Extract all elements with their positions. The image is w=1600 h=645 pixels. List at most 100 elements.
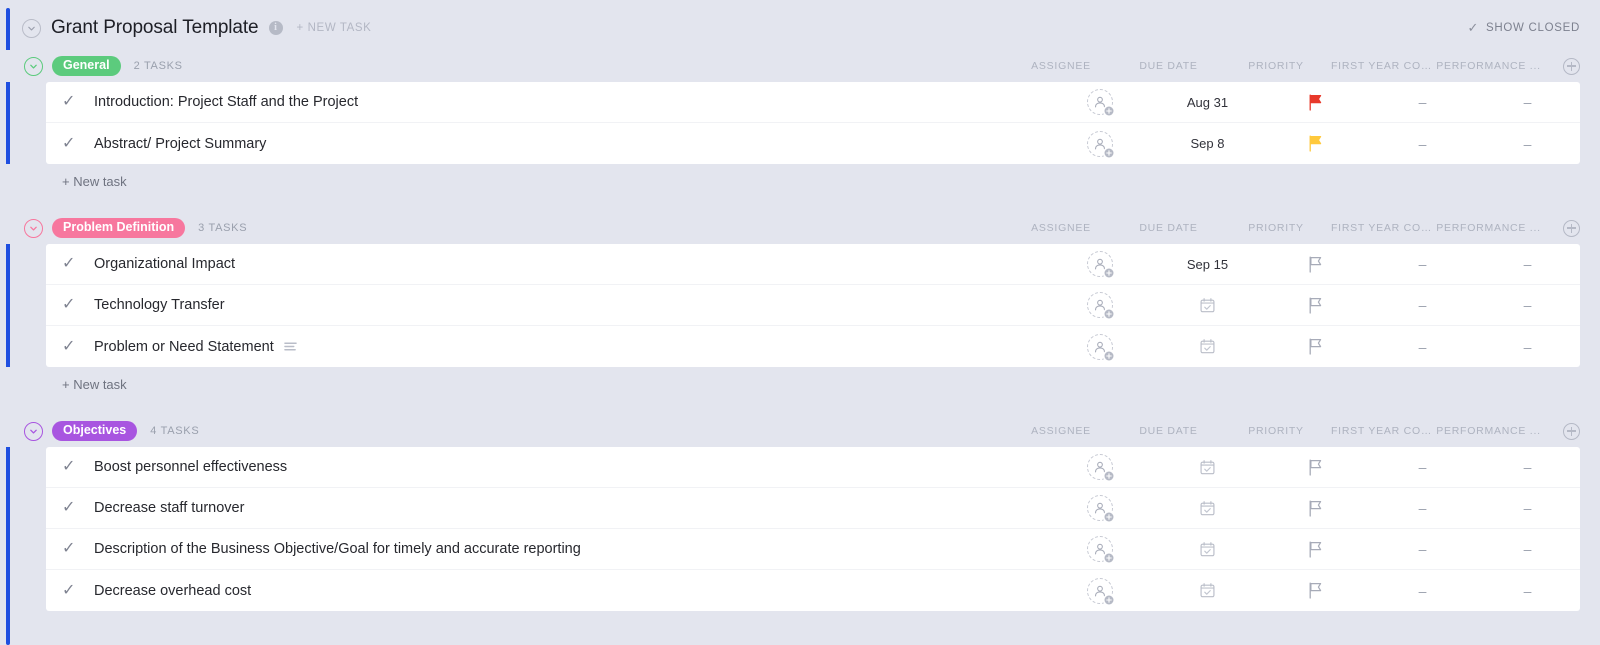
group-collapse-chevron-down-icon[interactable] bbox=[24, 56, 43, 76]
column-header-assignee[interactable]: ASSIGNEE bbox=[1006, 222, 1116, 234]
cell-performance[interactable]: – bbox=[1475, 570, 1580, 611]
new-task-header-button[interactable]: + NEW TASK bbox=[297, 22, 372, 34]
cell-due-date[interactable] bbox=[1155, 570, 1260, 611]
task-name[interactable]: Organizational Impact bbox=[94, 256, 235, 272]
table-row[interactable]: ✓ Abstract/ Project Summary Sep 8 – – bbox=[46, 123, 1580, 164]
task-complete-check-icon[interactable]: ✓ bbox=[62, 135, 90, 152]
cell-assignee[interactable] bbox=[1045, 285, 1155, 326]
cell-assignee[interactable] bbox=[1045, 82, 1155, 123]
table-row[interactable]: ✓ Problem or Need Statement – – bbox=[46, 326, 1580, 367]
cell-due-date[interactable]: Sep 15 bbox=[1155, 244, 1260, 285]
table-row[interactable]: ✓ Decrease overhead cost – – bbox=[46, 570, 1580, 611]
assignee-add-avatar-icon[interactable] bbox=[1087, 577, 1115, 606]
cell-priority[interactable] bbox=[1260, 326, 1370, 367]
group-status-badge[interactable]: Problem Definition bbox=[52, 217, 186, 239]
assignee-add-avatar-icon[interactable] bbox=[1087, 495, 1115, 523]
cell-first-year-cost[interactable]: – bbox=[1370, 244, 1475, 285]
task-complete-check-icon[interactable]: ✓ bbox=[62, 582, 90, 599]
show-closed-toggle[interactable]: ✓ SHOW CLOSED bbox=[1467, 20, 1580, 36]
cell-performance[interactable]: – bbox=[1475, 447, 1580, 488]
column-header-due-date[interactable]: DUE DATE bbox=[1116, 222, 1221, 234]
cell-performance[interactable]: – bbox=[1475, 123, 1580, 164]
cell-priority[interactable] bbox=[1260, 570, 1370, 611]
cell-first-year-cost[interactable]: – bbox=[1370, 488, 1475, 529]
cell-due-date[interactable] bbox=[1155, 447, 1260, 488]
group-status-badge[interactable]: Objectives bbox=[52, 420, 138, 442]
cell-assignee[interactable] bbox=[1045, 326, 1155, 367]
cell-due-date[interactable] bbox=[1155, 285, 1260, 326]
cell-first-year-cost[interactable]: – bbox=[1370, 447, 1475, 488]
column-header-priority[interactable]: PRIORITY bbox=[1221, 222, 1331, 234]
cell-performance[interactable]: – bbox=[1475, 244, 1580, 285]
column-header-priority[interactable]: PRIORITY bbox=[1221, 425, 1331, 437]
assignee-add-avatar-icon[interactable] bbox=[1087, 536, 1115, 564]
cell-performance[interactable]: – bbox=[1475, 529, 1580, 570]
column-header-priority[interactable]: PRIORITY bbox=[1221, 60, 1331, 72]
column-header-due-date[interactable]: DUE DATE bbox=[1116, 425, 1221, 437]
cell-priority[interactable] bbox=[1260, 285, 1370, 326]
new-task-row-button[interactable]: + New task bbox=[0, 367, 1600, 401]
column-header-performance[interactable]: PERFORMANCE ... bbox=[1436, 60, 1541, 72]
table-row[interactable]: ✓ Organizational Impact Sep 15 – – bbox=[46, 244, 1580, 285]
cell-performance[interactable]: – bbox=[1475, 82, 1580, 123]
collapse-all-chevron-down-icon[interactable] bbox=[22, 18, 41, 38]
add-column-plus-icon[interactable] bbox=[1563, 57, 1580, 75]
cell-priority[interactable] bbox=[1260, 447, 1370, 488]
task-name[interactable]: Decrease overhead cost bbox=[94, 583, 251, 599]
task-name[interactable]: Description of the Business Objective/Go… bbox=[94, 541, 581, 557]
task-complete-check-icon[interactable]: ✓ bbox=[62, 297, 90, 313]
cell-priority[interactable] bbox=[1260, 244, 1370, 285]
task-complete-check-icon[interactable]: ✓ bbox=[62, 94, 90, 110]
column-header-performance[interactable]: PERFORMANCE ... bbox=[1436, 222, 1541, 234]
task-complete-check-icon[interactable]: ✓ bbox=[62, 541, 90, 557]
cell-due-date[interactable] bbox=[1155, 529, 1260, 570]
task-name[interactable]: Problem or Need Statement bbox=[94, 339, 274, 355]
column-header-first-year-cost[interactable]: FIRST YEAR COS... bbox=[1331, 222, 1436, 234]
table-row[interactable]: ✓ Description of the Business Objective/G… bbox=[46, 529, 1580, 570]
cell-assignee[interactable] bbox=[1045, 244, 1155, 285]
column-header-assignee[interactable]: ASSIGNEE bbox=[1006, 425, 1116, 437]
assignee-add-avatar-icon[interactable] bbox=[1087, 130, 1115, 159]
info-icon[interactable]: i bbox=[268, 21, 283, 35]
cell-due-date[interactable] bbox=[1155, 488, 1260, 529]
cell-first-year-cost[interactable]: – bbox=[1370, 570, 1475, 611]
task-name[interactable]: Introduction: Project Staff and the Proj… bbox=[94, 94, 358, 110]
group-status-badge[interactable]: General bbox=[52, 55, 121, 77]
assignee-add-avatar-icon[interactable] bbox=[1087, 292, 1115, 320]
task-complete-check-icon[interactable]: ✓ bbox=[62, 459, 90, 475]
table-row[interactable]: ✓ Boost personnel effectiveness – – bbox=[46, 447, 1580, 488]
cell-performance[interactable]: – bbox=[1475, 285, 1580, 326]
task-complete-check-icon[interactable]: ✓ bbox=[62, 338, 90, 355]
cell-first-year-cost[interactable]: – bbox=[1370, 326, 1475, 367]
add-column-plus-icon[interactable] bbox=[1563, 422, 1580, 440]
cell-assignee[interactable] bbox=[1045, 123, 1155, 164]
assignee-add-avatar-icon[interactable] bbox=[1087, 454, 1115, 482]
task-name[interactable]: Boost personnel effectiveness bbox=[94, 459, 287, 475]
cell-assignee[interactable] bbox=[1045, 529, 1155, 570]
assignee-add-avatar-icon[interactable] bbox=[1087, 251, 1115, 279]
cell-assignee[interactable] bbox=[1045, 488, 1155, 529]
cell-performance[interactable]: – bbox=[1475, 488, 1580, 529]
assignee-add-avatar-icon[interactable] bbox=[1087, 333, 1115, 362]
cell-first-year-cost[interactable]: – bbox=[1370, 82, 1475, 123]
column-header-assignee[interactable]: ASSIGNEE bbox=[1006, 60, 1116, 72]
cell-first-year-cost[interactable]: – bbox=[1370, 529, 1475, 570]
add-column-plus-icon[interactable] bbox=[1563, 219, 1580, 237]
table-row[interactable]: ✓ Technology Transfer – – bbox=[46, 285, 1580, 326]
column-header-first-year-cost[interactable]: FIRST YEAR COS... bbox=[1331, 60, 1436, 72]
task-complete-check-icon[interactable]: ✓ bbox=[62, 256, 90, 272]
cell-priority[interactable] bbox=[1260, 123, 1370, 164]
table-row[interactable]: ✓ Decrease staff turnover – – bbox=[46, 488, 1580, 529]
cell-assignee[interactable] bbox=[1045, 447, 1155, 488]
cell-first-year-cost[interactable]: – bbox=[1370, 123, 1475, 164]
task-complete-check-icon[interactable]: ✓ bbox=[62, 500, 90, 516]
table-row[interactable]: ✓ Introduction: Project Staff and the Pro… bbox=[46, 82, 1580, 123]
cell-priority[interactable] bbox=[1260, 82, 1370, 123]
column-header-first-year-cost[interactable]: FIRST YEAR COS... bbox=[1331, 425, 1436, 437]
cell-priority[interactable] bbox=[1260, 488, 1370, 529]
group-collapse-chevron-down-icon[interactable] bbox=[24, 421, 43, 441]
new-task-row-button[interactable]: + New task bbox=[0, 164, 1600, 198]
cell-due-date[interactable]: Aug 31 bbox=[1155, 82, 1260, 123]
cell-due-date[interactable] bbox=[1155, 326, 1260, 367]
column-header-performance[interactable]: PERFORMANCE ... bbox=[1436, 425, 1541, 437]
